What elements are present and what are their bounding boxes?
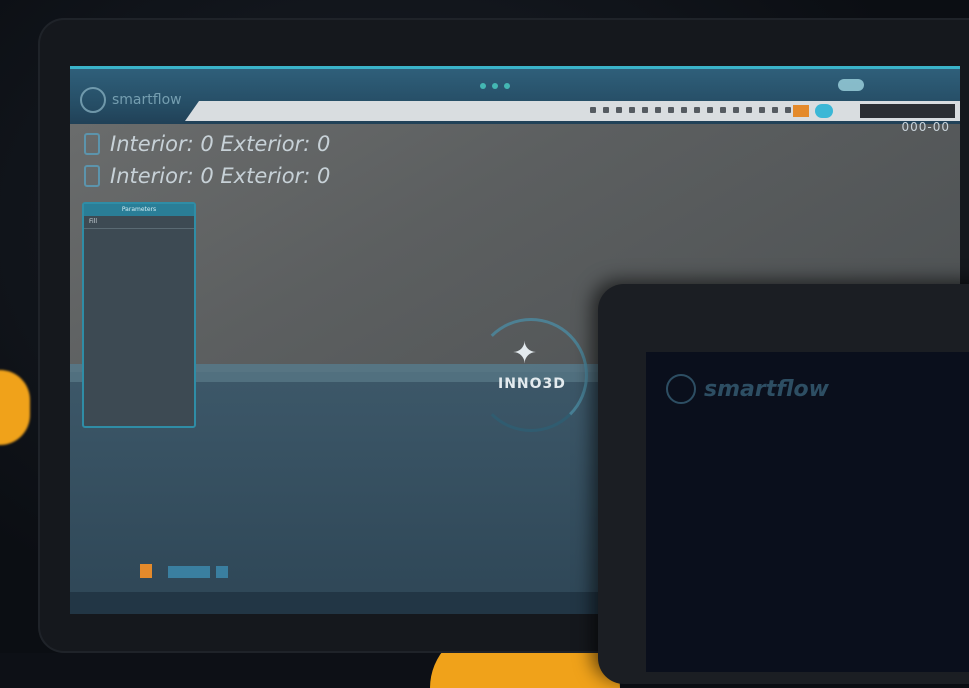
door-count-text: Interior: 0 Exterior: 0 [110, 132, 331, 156]
loader-label: INNO3D [498, 376, 566, 392]
tablet-brand: smartflow [666, 374, 829, 404]
window-icon [84, 165, 100, 187]
tool-icon[interactable] [629, 107, 635, 113]
tablet-device: smartflow [598, 284, 969, 684]
status-dot-icon [480, 83, 486, 89]
tool-icon[interactable] [655, 107, 661, 113]
tool-icon[interactable] [785, 107, 791, 113]
tool-icon[interactable] [616, 107, 622, 113]
tool-icon[interactable] [759, 107, 765, 113]
tool-icon[interactable] [720, 107, 726, 113]
toolbar-search-input[interactable] [860, 104, 955, 118]
toolbar [185, 101, 960, 121]
status-dot-icon [492, 83, 498, 89]
bottom-orange-button[interactable] [140, 564, 152, 578]
tablet-screen: smartflow [646, 352, 969, 672]
smartflow-logo-icon [80, 87, 106, 113]
tool-icon[interactable] [733, 107, 739, 113]
tool-highlight-button[interactable] [793, 105, 809, 117]
bottom-blue-button[interactable] [168, 566, 210, 578]
tool-icon[interactable] [772, 107, 778, 113]
tablet-brand-name: smartflow [704, 376, 829, 402]
tool-icon[interactable] [603, 107, 609, 113]
bottom-blue-button-small[interactable] [216, 566, 228, 578]
smartflow-logo-icon [666, 374, 696, 404]
brand: smartflow [80, 87, 182, 113]
app-titlebar: smartflow [70, 66, 960, 127]
brand-name: smartflow [112, 92, 182, 108]
window-count-stat: Interior: 0 Exterior: 0 [84, 164, 330, 188]
tool-icon[interactable] [590, 107, 596, 113]
toolbar-tools [590, 107, 791, 113]
parameters-panel: Parameters Fill [82, 202, 196, 428]
tool-icon[interactable] [746, 107, 752, 113]
window-count-text: Interior: 0 Exterior: 0 [110, 164, 331, 188]
tool-icon[interactable] [681, 107, 687, 113]
theme-toggle[interactable] [838, 79, 864, 91]
window-status-dots [480, 83, 510, 89]
door-icon [84, 133, 100, 155]
inno3d-logo-icon: ✦ [512, 336, 538, 371]
tool-icon[interactable] [694, 107, 700, 113]
tool-icon[interactable] [668, 107, 674, 113]
tool-icon[interactable] [642, 107, 648, 113]
panel-row[interactable]: Fill [84, 216, 194, 229]
status-dot-icon [504, 83, 510, 89]
tool-active-button[interactable] [815, 104, 833, 118]
panel-title: Parameters [84, 204, 194, 216]
view-controls[interactable]: 000-00 [901, 120, 950, 134]
tool-icon[interactable] [707, 107, 713, 113]
door-count-stat: Interior: 0 Exterior: 0 [84, 132, 330, 156]
